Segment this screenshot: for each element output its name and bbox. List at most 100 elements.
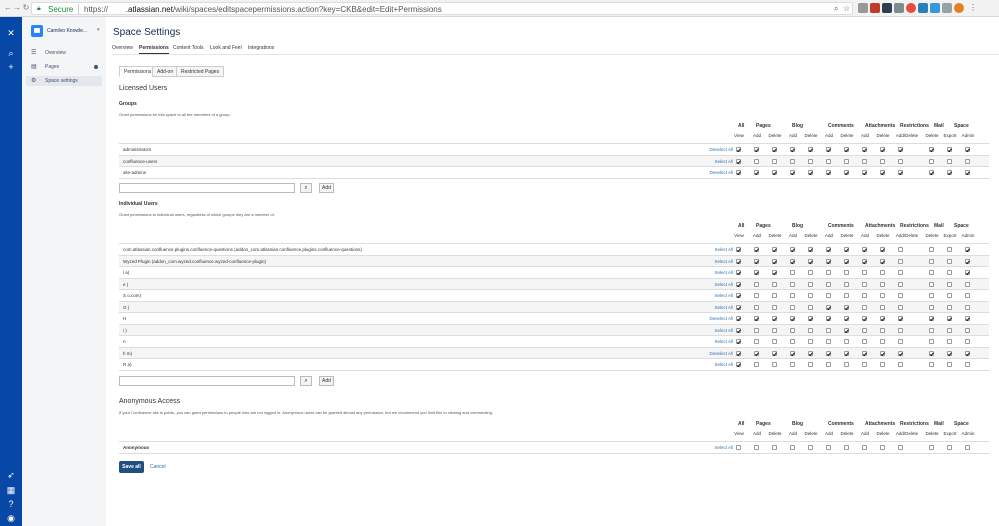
space-logo-icon[interactable] — [31, 25, 43, 37]
permission-checkbox[interactable] — [826, 304, 831, 310]
cancel-link[interactable]: Cancel — [150, 464, 166, 470]
select-all-link[interactable]: Select All — [695, 282, 733, 287]
permission-checkbox[interactable] — [736, 327, 741, 333]
permission-checkbox[interactable] — [772, 270, 777, 275]
confluence-logo-icon[interactable]: ✕ — [5, 27, 17, 39]
permission-checkbox[interactable] — [898, 158, 903, 164]
extension-icon[interactable] — [906, 3, 916, 13]
search-icon[interactable]: ⌕ — [300, 376, 312, 386]
permission-checkbox[interactable] — [844, 304, 849, 310]
permission-checkbox[interactable] — [929, 170, 934, 175]
permission-checkbox[interactable] — [929, 247, 934, 252]
notifications-icon[interactable]: ➶ — [5, 469, 17, 481]
permission-checkbox[interactable] — [929, 339, 934, 344]
permission-checkbox[interactable] — [965, 147, 970, 152]
permission-checkbox[interactable] — [772, 316, 777, 321]
permission-checkbox[interactable] — [965, 258, 970, 264]
permission-checkbox[interactable] — [754, 158, 759, 164]
permission-checkbox[interactable] — [736, 293, 741, 298]
permission-checkbox[interactable] — [880, 281, 885, 287]
permission-checkbox[interactable] — [929, 316, 934, 321]
group-search-input[interactable] — [119, 183, 295, 193]
save-all-button[interactable]: Save all — [119, 461, 144, 473]
permission-checkbox[interactable] — [965, 350, 970, 356]
permission-checkbox[interactable] — [790, 281, 795, 287]
permission-checkbox[interactable] — [790, 362, 795, 367]
permission-checkbox[interactable] — [880, 270, 885, 275]
permission-checkbox[interactable] — [754, 281, 759, 287]
permission-checkbox[interactable] — [790, 258, 795, 264]
permission-checkbox[interactable] — [929, 281, 934, 287]
permission-checkbox[interactable] — [947, 327, 952, 333]
zoom-icon[interactable]: ⌕ — [834, 4, 838, 14]
permission-checkbox[interactable] — [862, 247, 867, 252]
permission-checkbox[interactable] — [947, 258, 952, 264]
select-all-link[interactable]: Select All — [695, 159, 733, 164]
permission-checkbox[interactable] — [844, 339, 849, 344]
permission-checkbox[interactable] — [772, 158, 777, 164]
tab-content-tools[interactable]: Content Tools — [173, 45, 203, 53]
permission-checkbox[interactable] — [826, 362, 831, 367]
extension-icon[interactable] — [894, 3, 904, 13]
permission-checkbox[interactable] — [844, 170, 849, 175]
permission-checkbox[interactable] — [826, 293, 831, 298]
permission-checkbox[interactable] — [898, 247, 903, 252]
permission-checkbox[interactable] — [898, 147, 903, 152]
permission-checkbox[interactable] — [808, 147, 813, 152]
permission-checkbox[interactable] — [772, 147, 777, 152]
permission-checkbox[interactable] — [929, 158, 934, 164]
permission-checkbox[interactable] — [790, 339, 795, 344]
permission-checkbox[interactable] — [772, 293, 777, 298]
select-all-link[interactable]: Select All — [695, 247, 733, 252]
permission-checkbox[interactable] — [736, 270, 741, 275]
permission-checkbox[interactable] — [772, 339, 777, 344]
permission-checkbox[interactable] — [898, 350, 903, 356]
permission-checkbox[interactable] — [844, 270, 849, 275]
permission-checkbox[interactable] — [736, 350, 741, 356]
permission-checkbox[interactable] — [844, 350, 849, 356]
address-bar[interactable]: 🔒︎ Secure https:// .atlassian.net/wiki/s… — [31, 2, 853, 15]
permission-checkbox[interactable] — [736, 445, 741, 450]
permission-checkbox[interactable] — [736, 339, 741, 344]
permission-checkbox[interactable] — [862, 170, 867, 175]
permission-checkbox[interactable] — [772, 247, 777, 252]
permission-checkbox[interactable] — [808, 270, 813, 275]
permission-checkbox[interactable] — [898, 270, 903, 275]
permission-checkbox[interactable] — [754, 316, 759, 321]
permission-checkbox[interactable] — [947, 316, 952, 321]
permission-checkbox[interactable] — [965, 293, 970, 298]
permission-checkbox[interactable] — [790, 158, 795, 164]
permission-checkbox[interactable] — [808, 316, 813, 321]
permission-checkbox[interactable] — [826, 281, 831, 287]
permission-checkbox[interactable] — [898, 339, 903, 344]
select-all-link[interactable]: Select All — [695, 362, 733, 367]
permission-checkbox[interactable] — [808, 339, 813, 344]
permission-checkbox[interactable] — [965, 158, 970, 164]
permission-checkbox[interactable] — [736, 258, 741, 264]
avatar[interactable] — [954, 3, 964, 13]
permission-checkbox[interactable] — [808, 158, 813, 164]
permission-checkbox[interactable] — [754, 350, 759, 356]
permission-checkbox[interactable] — [929, 293, 934, 298]
permission-checkbox[interactable] — [736, 281, 741, 287]
permission-checkbox[interactable] — [965, 247, 970, 252]
chevron-down-icon[interactable]: ▾ — [97, 27, 100, 33]
select-all-link[interactable]: Select All — [695, 270, 733, 275]
permission-checkbox[interactable] — [754, 293, 759, 298]
permission-checkbox[interactable] — [808, 247, 813, 252]
permission-checkbox[interactable] — [790, 147, 795, 152]
permission-checkbox[interactable] — [772, 445, 777, 450]
permission-checkbox[interactable] — [844, 445, 849, 450]
select-all-link[interactable]: Select All — [695, 445, 733, 450]
permission-checkbox[interactable] — [880, 362, 885, 367]
permission-checkbox[interactable] — [898, 281, 903, 287]
permission-checkbox[interactable] — [880, 339, 885, 344]
permission-checkbox[interactable] — [736, 247, 741, 252]
permission-checkbox[interactable] — [754, 147, 759, 152]
permission-checkbox[interactable] — [790, 316, 795, 321]
select-all-link[interactable]: Select All — [695, 339, 733, 344]
permission-checkbox[interactable] — [898, 293, 903, 298]
permission-checkbox[interactable] — [754, 327, 759, 333]
back-icon[interactable]: ← — [4, 4, 12, 12]
select-all-link[interactable]: Select All — [695, 305, 733, 310]
